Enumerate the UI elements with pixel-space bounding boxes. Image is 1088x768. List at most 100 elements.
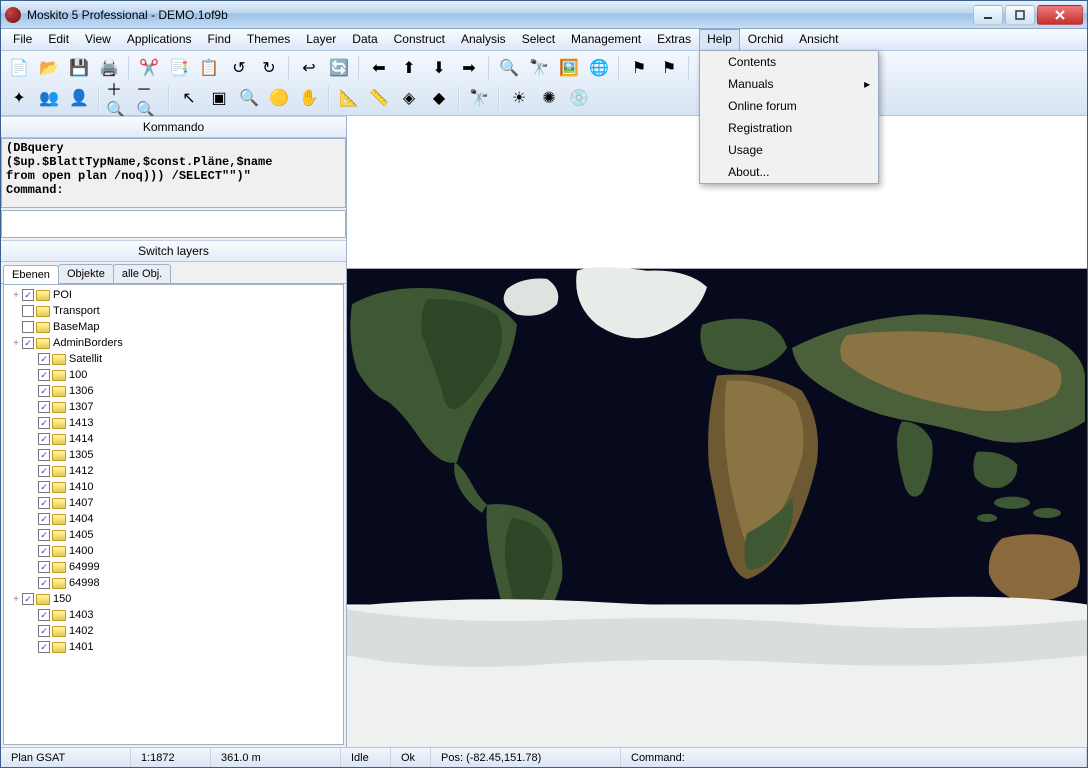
- menu-help[interactable]: Help: [699, 29, 740, 50]
- minimize-button[interactable]: [973, 5, 1003, 25]
- tool-arrow-left[interactable]: ⬅: [365, 54, 393, 82]
- layer-checkbox[interactable]: ✓: [38, 577, 50, 589]
- tree-item[interactable]: ✓64999: [6, 559, 341, 575]
- tree-item[interactable]: Transport: [6, 303, 341, 319]
- tool-paste[interactable]: 📋: [195, 54, 223, 82]
- layer-checkbox[interactable]: ✓: [38, 641, 50, 653]
- tree-item[interactable]: ✓1401: [6, 639, 341, 655]
- layer-checkbox[interactable]: ✓: [38, 625, 50, 637]
- help-dropdown[interactable]: ContentsManuals▸Online forumRegistration…: [699, 50, 879, 184]
- tool-cube-a[interactable]: ◈: [395, 84, 423, 112]
- tree-item[interactable]: +✓AdminBorders: [6, 335, 341, 351]
- tree-item[interactable]: ✓1305: [6, 447, 341, 463]
- expand-toggle-icon[interactable]: +: [10, 290, 22, 301]
- tab-alle-obj-[interactable]: alle Obj.: [113, 264, 171, 283]
- tool-open[interactable]: 📂: [35, 54, 63, 82]
- tool-image[interactable]: 🖼️: [555, 54, 583, 82]
- menu-management[interactable]: Management: [563, 29, 649, 50]
- titlebar[interactable]: Moskito 5 Professional - DEMO.1of9b: [1, 1, 1087, 29]
- tree-item[interactable]: ✓1410: [6, 479, 341, 495]
- layer-checkbox[interactable]: ✓: [38, 529, 50, 541]
- tree-item[interactable]: ✓1403: [6, 607, 341, 623]
- tool-new[interactable]: 📄: [5, 54, 33, 82]
- layer-tree[interactable]: +✓POITransportBaseMap+✓AdminBorders✓Sate…: [3, 284, 344, 745]
- tree-item[interactable]: ✓64998: [6, 575, 341, 591]
- tree-item[interactable]: ✓1407: [6, 495, 341, 511]
- tool-binoc[interactable]: 🔭: [465, 84, 493, 112]
- tool-undo[interactable]: ↺: [225, 54, 253, 82]
- tree-item[interactable]: ✓Satellit: [6, 351, 341, 367]
- layer-checkbox[interactable]: ✓: [38, 401, 50, 413]
- help-online-forum[interactable]: Online forum: [700, 95, 878, 117]
- layer-checkbox[interactable]: ✓: [38, 497, 50, 509]
- tool-highlight[interactable]: 🟡: [265, 84, 293, 112]
- tool-redo[interactable]: ↻: [255, 54, 283, 82]
- tree-item[interactable]: +✓POI: [6, 287, 341, 303]
- menu-select[interactable]: Select: [514, 29, 563, 50]
- layer-checkbox[interactable]: ✓: [38, 513, 50, 525]
- layer-checkbox[interactable]: ✓: [38, 609, 50, 621]
- menu-file[interactable]: File: [5, 29, 40, 50]
- menu-data[interactable]: Data: [344, 29, 385, 50]
- help-contents[interactable]: Contents: [700, 51, 878, 73]
- layer-checkbox[interactable]: ✓: [38, 449, 50, 461]
- menu-ansicht[interactable]: Ansicht: [791, 29, 846, 50]
- tool-arrow-down[interactable]: ⬇: [425, 54, 453, 82]
- menu-applications[interactable]: Applications: [119, 29, 200, 50]
- layer-checkbox[interactable]: ✓: [38, 561, 50, 573]
- tool-zoom-extent[interactable]: 🔭: [525, 54, 553, 82]
- tool-copy[interactable]: 📑: [165, 54, 193, 82]
- tool-measure-line[interactable]: 📏: [365, 84, 393, 112]
- menu-edit[interactable]: Edit: [40, 29, 77, 50]
- tool-arrow-right[interactable]: ➡: [455, 54, 483, 82]
- tool-sun-b[interactable]: ✺: [535, 84, 563, 112]
- tool-users[interactable]: 👥: [35, 84, 63, 112]
- tool-zoom-in[interactable]: ＋🔍: [105, 84, 133, 112]
- tool-inspect[interactable]: 🔍: [235, 84, 263, 112]
- menu-themes[interactable]: Themes: [239, 29, 298, 50]
- tool-flag-a[interactable]: ⚑: [625, 54, 653, 82]
- layer-checkbox[interactable]: ✓: [38, 433, 50, 445]
- help-manuals[interactable]: Manuals▸: [700, 73, 878, 95]
- layer-checkbox[interactable]: [22, 305, 34, 317]
- help-usage[interactable]: Usage: [700, 139, 878, 161]
- tool-measure-poly[interactable]: 📐: [335, 84, 363, 112]
- menu-view[interactable]: View: [77, 29, 119, 50]
- tool-cube-b[interactable]: ◆: [425, 84, 453, 112]
- layer-checkbox[interactable]: ✓: [38, 417, 50, 429]
- tool-select-rect[interactable]: ▣: [205, 84, 233, 112]
- layer-checkbox[interactable]: ✓: [22, 593, 34, 605]
- layer-checkbox[interactable]: ✓: [38, 385, 50, 397]
- layer-checkbox[interactable]: ✓: [38, 465, 50, 477]
- tree-item[interactable]: ✓1413: [6, 415, 341, 431]
- tree-item[interactable]: ✓1412: [6, 463, 341, 479]
- tree-item[interactable]: ✓1402: [6, 623, 341, 639]
- tree-item[interactable]: ✓1405: [6, 527, 341, 543]
- tool-flag-b[interactable]: ⚑: [655, 54, 683, 82]
- menu-orchid[interactable]: Orchid: [740, 29, 791, 50]
- tool-zoom-out[interactable]: －🔍: [135, 84, 163, 112]
- tool-nodes[interactable]: ✦: [5, 84, 33, 112]
- tab-ebenen[interactable]: Ebenen: [3, 265, 59, 284]
- expand-toggle-icon[interactable]: +: [10, 594, 22, 605]
- tool-save[interactable]: 💾: [65, 54, 93, 82]
- tree-item[interactable]: ✓1400: [6, 543, 341, 559]
- tree-item[interactable]: ✓1404: [6, 511, 341, 527]
- layer-checkbox[interactable]: ✓: [38, 353, 50, 365]
- menu-extras[interactable]: Extras: [649, 29, 699, 50]
- tool-arrow-up[interactable]: ⬆: [395, 54, 423, 82]
- tool-pointer[interactable]: ↖: [175, 84, 203, 112]
- layer-checkbox[interactable]: [22, 321, 34, 333]
- close-button[interactable]: [1037, 5, 1083, 25]
- layer-checkbox[interactable]: ✓: [38, 481, 50, 493]
- tool-back[interactable]: ↩: [295, 54, 323, 82]
- tree-item[interactable]: ✓100: [6, 367, 341, 383]
- tree-item[interactable]: ✓1306: [6, 383, 341, 399]
- tree-item[interactable]: +✓150: [6, 591, 341, 607]
- maximize-button[interactable]: [1005, 5, 1035, 25]
- command-input[interactable]: [1, 210, 346, 238]
- layer-checkbox[interactable]: ✓: [22, 337, 34, 349]
- layer-checkbox[interactable]: ✓: [38, 369, 50, 381]
- expand-toggle-icon[interactable]: +: [10, 338, 22, 349]
- tool-sun-a[interactable]: ☀: [505, 84, 533, 112]
